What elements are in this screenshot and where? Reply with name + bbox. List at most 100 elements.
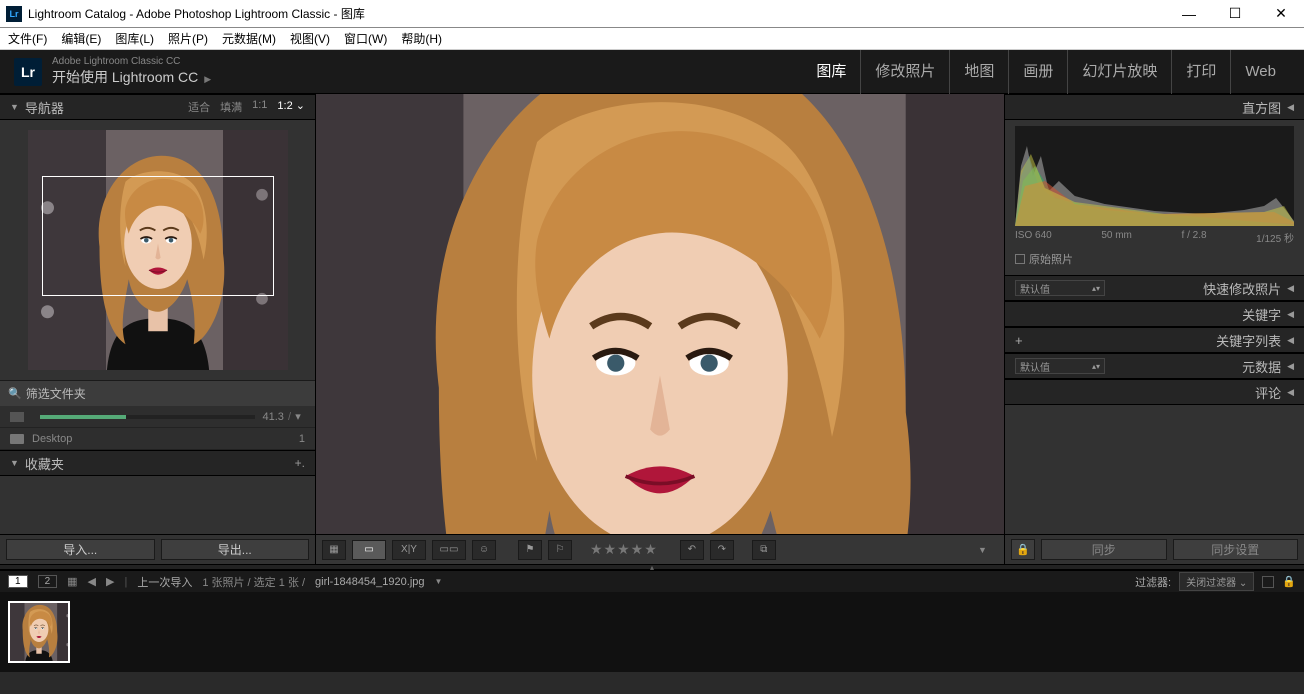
identity-small: Adobe Lightroom Classic CC: [52, 56, 211, 67]
chevron-down-icon[interactable]: ▾: [291, 410, 305, 423]
quickdev-preset-select[interactable]: 默认值▴▾: [1015, 280, 1105, 296]
disclosure-icon: ◀: [1287, 361, 1294, 372]
disk-free: 41.3: [263, 411, 284, 423]
loupe-view[interactable]: [316, 94, 1004, 534]
rotate-cw-button[interactable]: ↷: [710, 540, 734, 560]
window-layout-1[interactable]: 1: [8, 575, 28, 588]
maximize-button[interactable]: ☐: [1212, 0, 1258, 28]
module-web[interactable]: Web: [1230, 50, 1290, 94]
menu-help[interactable]: 帮助(H): [401, 30, 442, 47]
checkbox-icon[interactable]: [1015, 254, 1025, 264]
zoom-fill[interactable]: 填满: [220, 99, 242, 115]
navigator-thumbnail[interactable]: [28, 130, 288, 370]
comments-header[interactable]: ◀ 评论: [1005, 379, 1304, 405]
view-compare-button[interactable]: X|Y: [392, 540, 426, 560]
add-keyword-button[interactable]: +: [1015, 333, 1023, 348]
view-people-button[interactable]: ☺: [472, 540, 496, 560]
folder-desktop[interactable]: Desktop 1: [0, 428, 315, 450]
view-grid-button[interactable]: ▦: [322, 540, 346, 560]
add-collection-button[interactable]: +.: [295, 456, 305, 470]
keywordlist-header[interactable]: ◀ 关键字列表 +: [1005, 327, 1304, 353]
lr-logo: Lr: [14, 58, 42, 86]
view-survey-button[interactable]: ▭▭: [432, 540, 466, 560]
meta-aperture: f / 2.8: [1182, 230, 1207, 245]
sync-button[interactable]: 同步: [1041, 539, 1167, 560]
quickdev-header[interactable]: ◀ 快速修改照片 默认值▴▾: [1005, 275, 1304, 301]
histogram-header[interactable]: ◀ 直方图: [1005, 94, 1304, 120]
metadata-header[interactable]: ◀ 元数据 默认值▴▾: [1005, 353, 1304, 379]
disclosure-icon: ◀: [1287, 283, 1294, 294]
menu-meta[interactable]: 元数据(M): [222, 30, 276, 47]
module-picker: 图库 修改照片 地图 画册 幻灯片放映 打印 Web: [802, 50, 1290, 94]
grid-icon[interactable]: ▦: [67, 575, 77, 588]
navigator-crop-rect[interactable]: [42, 176, 274, 296]
histogram-chart[interactable]: [1015, 126, 1294, 226]
quickdev-label: 快速修改照片: [1105, 279, 1281, 298]
disclosure-icon: ▼: [10, 102, 19, 112]
keywords-header[interactable]: ◀ 关键字: [1005, 301, 1304, 327]
folder-icon: [10, 434, 24, 444]
sync-lock-icon[interactable]: 🔒: [1011, 539, 1035, 560]
center-panel: ▦ ▭ X|Y ▭▭ ☺ ⚑ ⚐ ★★★★★ ↶ ↷ ⧉ ▼: [316, 94, 1004, 564]
filter-toggle[interactable]: [1262, 576, 1274, 588]
export-button[interactable]: 导出...: [161, 539, 310, 560]
window-layout-2[interactable]: 2: [38, 575, 58, 588]
menu-window[interactable]: 窗口(W): [344, 30, 387, 47]
disclosure-icon: ▼: [10, 458, 19, 468]
filename: girl-1848454_1920.jpg: [315, 576, 424, 588]
rating-stars[interactable]: ★★★★★: [590, 541, 658, 558]
module-library[interactable]: 图库: [802, 50, 860, 94]
keywordlist-label: 关键字列表: [1023, 331, 1281, 350]
crop-overlay-button[interactable]: ⧉: [752, 540, 776, 560]
menu-file[interactable]: 文件(F): [8, 30, 47, 47]
module-book[interactable]: 画册: [1008, 50, 1067, 94]
close-button[interactable]: ✕: [1258, 0, 1304, 28]
toolbar-dropdown[interactable]: ▼: [978, 545, 998, 555]
histogram-body: ISO 640 50 mm f / 2.8 1/125 秒 原始照片: [1005, 120, 1304, 275]
disclosure-icon: ◀: [1287, 309, 1294, 320]
sync-settings-button[interactable]: 同步设置: [1173, 539, 1299, 560]
module-map[interactable]: 地图: [949, 50, 1008, 94]
view-loupe-button[interactable]: ▭: [352, 540, 386, 560]
menu-library[interactable]: 图库(L): [115, 30, 154, 47]
toolbar: ▦ ▭ X|Y ▭▭ ☺ ⚑ ⚐ ★★★★★ ↶ ↷ ⧉ ▼: [316, 534, 1004, 564]
left-panel: ▼ 导航器 适合 填满 1:1 1:2 ⌄ 🔍 筛选文件夹 41.3 / ▾: [0, 94, 316, 564]
zoom-1-1[interactable]: 1:1: [252, 99, 267, 115]
menu-view[interactable]: 视图(V): [290, 30, 330, 47]
filmstrip[interactable]: [0, 592, 1304, 672]
filter-lock-icon[interactable]: 🔒: [1282, 575, 1296, 588]
menu-photo[interactable]: 照片(P): [168, 30, 208, 47]
import-button[interactable]: 导入...: [6, 539, 155, 560]
menu-edit[interactable]: 编辑(E): [61, 30, 101, 47]
identity-big[interactable]: 开始使用 Lightroom CC▶: [52, 67, 211, 87]
histogram-label: 直方图: [1015, 98, 1281, 117]
flag-pick-button[interactable]: ⚑: [518, 540, 542, 560]
volume-row[interactable]: 41.3 / ▾: [0, 406, 315, 428]
zoom-fit[interactable]: 适合: [188, 99, 210, 115]
module-print[interactable]: 打印: [1171, 50, 1230, 94]
collections-header[interactable]: ▼ 收藏夹 +.: [0, 450, 315, 476]
keywords-label: 关键字: [1015, 305, 1281, 324]
filter-select[interactable]: 关闭过滤器 ⌄: [1179, 572, 1254, 591]
sync-row: 🔒 同步 同步设置: [1005, 534, 1304, 564]
minimize-button[interactable]: —: [1166, 0, 1212, 28]
source-label[interactable]: 上一次导入: [137, 574, 192, 590]
zoom-select[interactable]: 1:2 ⌄: [277, 99, 305, 115]
nav-back-icon[interactable]: ◀: [88, 575, 96, 588]
nav-fwd-icon[interactable]: ▶: [106, 575, 114, 588]
flag-reject-button[interactable]: ⚐: [548, 540, 572, 560]
filmstrip-thumb[interactable]: [8, 601, 70, 663]
rotate-ccw-button[interactable]: ↶: [680, 540, 704, 560]
original-photo-row[interactable]: 原始照片: [1015, 251, 1294, 267]
play-icon: ▶: [204, 74, 211, 84]
window-title: Lightroom Catalog - Adobe Photoshop Ligh…: [28, 5, 1166, 22]
right-panel: ◀ 直方图 ISO 640 50 mm f / 2.8 1/125 秒 原始照片…: [1004, 94, 1304, 564]
metadata-preset-select[interactable]: 默认值▴▾: [1015, 358, 1105, 374]
module-slideshow[interactable]: 幻灯片放映: [1067, 50, 1171, 94]
navigator-header[interactable]: ▼ 导航器 适合 填满 1:1 1:2 ⌄: [0, 94, 315, 120]
folder-filter[interactable]: 🔍 筛选文件夹: [0, 380, 315, 406]
module-develop[interactable]: 修改照片: [860, 50, 949, 94]
comments-label: 评论: [1015, 383, 1281, 402]
app-menubar: 文件(F) 编辑(E) 图库(L) 照片(P) 元数据(M) 视图(V) 窗口(…: [0, 28, 1304, 50]
filename-dropdown-icon[interactable]: ▼: [435, 577, 443, 586]
